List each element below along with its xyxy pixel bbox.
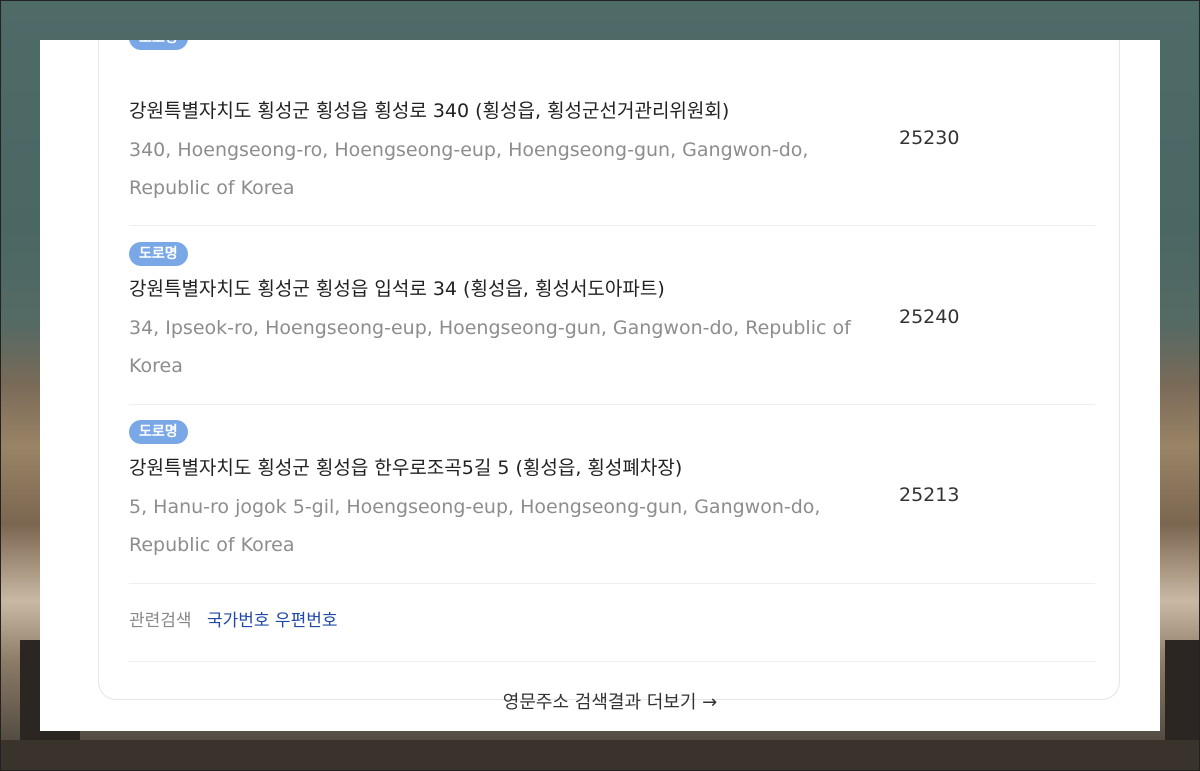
english-address: 340, Hoengseong-ro, Hoengseong-eup, Hoen…: [129, 139, 809, 199]
postal-code: 25240: [899, 306, 960, 328]
screenshot-panel: 도로명 강원특별자치도 횡성군 횡성읍 횡성로 340 (횡성읍, 횡성군선거관…: [40, 40, 1160, 731]
list-item[interactable]: 도로명 강원특별자치도 횡성군 횡성읍 입석로 34 (횡성읍, 횡성서도아파트…: [129, 225, 1095, 405]
list-item[interactable]: 도로명 강원특별자치도 횡성군 횡성읍 횡성로 340 (횡성읍, 횡성군선거관…: [129, 40, 1095, 226]
postal-code: 25230: [899, 127, 960, 149]
road-name-badge: 도로명: [129, 420, 188, 444]
related-search: 관련검색 국가번호 우편번호: [129, 606, 338, 631]
divider: [129, 661, 1095, 662]
korean-address: 강원특별자치도 횡성군 횡성읍 한우로조곡5길 5 (횡성읍, 횡성폐차장): [129, 457, 683, 479]
related-search-link[interactable]: 국가번호 우편번호: [207, 611, 338, 631]
korean-address: 강원특별자치도 횡성군 횡성읍 입석로 34 (횡성읍, 횡성서도아파트): [129, 278, 665, 300]
korean-address: 강원특별자치도 횡성군 횡성읍 횡성로 340 (횡성읍, 횡성군선거관리위원회…: [129, 100, 730, 122]
related-search-label: 관련검색: [129, 611, 192, 631]
road-name-badge: 도로명: [129, 40, 188, 50]
english-address-results-card: 도로명 강원특별자치도 횡성군 횡성읍 횡성로 340 (횡성읍, 횡성군선거관…: [98, 40, 1120, 713]
postal-code: 25213: [899, 484, 960, 506]
more-results-link[interactable]: 영문주소 검색결과 더보기 →: [99, 688, 1121, 714]
list-item[interactable]: 도로명 강원특별자치도 횡성군 횡성읍 한우로조곡5길 5 (횡성읍, 횡성폐차…: [129, 404, 1095, 584]
english-address: 5, Hanu-ro jogok 5-gil, Hoengseong-eup, …: [129, 496, 821, 556]
english-address: 34, Ipseok-ro, Hoengseong-eup, Hoengseon…: [129, 317, 851, 377]
road-name-badge: 도로명: [129, 242, 188, 266]
